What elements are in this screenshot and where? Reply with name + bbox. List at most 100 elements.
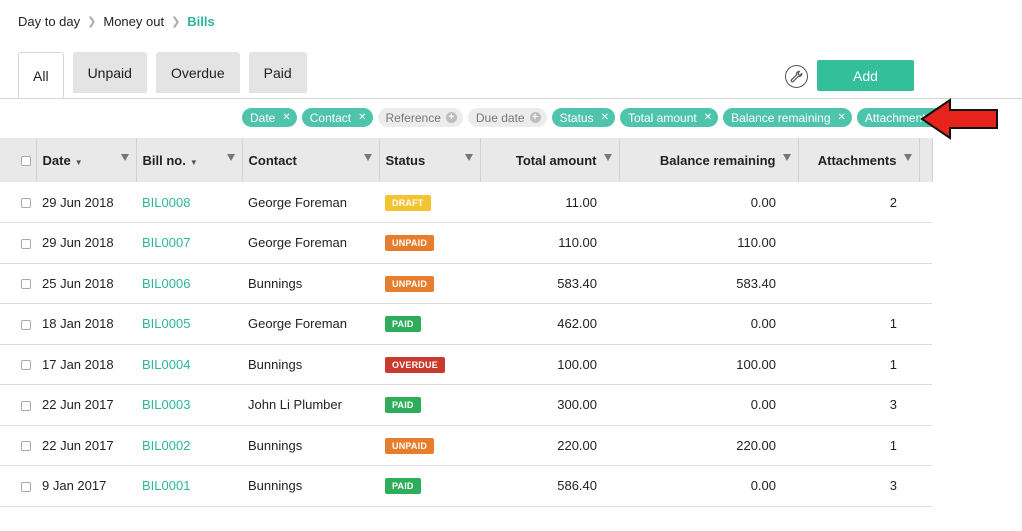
status-badge: PAID (385, 478, 421, 495)
filter-icon[interactable] (363, 154, 372, 161)
cell-bill-no-link[interactable]: BIL0001 (136, 465, 242, 507)
chip-reference[interactable]: Reference + (377, 108, 463, 127)
status-badge: PAID (385, 316, 421, 333)
chip-label: Balance remaining (731, 110, 831, 125)
status-badge: UNPAID (385, 275, 435, 292)
cell-contact: George Foreman (242, 222, 379, 264)
table-row[interactable]: 29 Jun 2018 BIL0008 George Foreman DRAFT 11.… (0, 182, 932, 223)
chip-balance-remaining[interactable]: Balance remaining ✕ (723, 108, 852, 127)
tab-unpaid[interactable]: Unpaid (72, 52, 147, 93)
row-checkbox[interactable] (21, 481, 31, 492)
table-row[interactable]: 22 Jun 2017 BIL0002 Bunnings UNPAID 220.00 22… (0, 425, 932, 466)
tab-paid[interactable]: Paid (248, 52, 307, 93)
remove-icon[interactable]: ✕ (358, 112, 366, 123)
row-checkbox[interactable] (21, 238, 31, 249)
column-header-date[interactable]: Date ▼ (36, 138, 137, 182)
cell-status: DRAFT (379, 182, 480, 223)
cell-balance-remaining: 0.00 (619, 182, 798, 223)
filter-icon[interactable] (782, 154, 791, 161)
filter-icon[interactable] (120, 154, 129, 161)
cell-contact: Bunnings (242, 263, 379, 304)
status-badge: OVERDUE (385, 356, 445, 373)
cell-balance-remaining: 0.00 (619, 465, 798, 507)
column-header-balance-remaining[interactable]: Balance remaining (619, 138, 799, 182)
table-row[interactable]: 22 Jun 2017 BIL0003 John Li Plumber PAID 300… (0, 384, 932, 426)
cell-total-amount: 11.00 (480, 182, 619, 223)
cell-attachments: 2 (798, 182, 919, 223)
cell-bill-no-link[interactable]: BIL0006 (136, 263, 242, 304)
cell-bill-no-link[interactable]: BIL0008 (136, 182, 242, 223)
cell-date: 22 Jun 2017 (36, 384, 136, 426)
row-checkbox[interactable] (21, 360, 31, 371)
filter-icon[interactable] (464, 154, 473, 161)
chip-label: Date (250, 110, 276, 125)
cell-status: UNPAID (379, 222, 480, 264)
cell-attachments (798, 263, 919, 304)
row-checkbox[interactable] (21, 198, 31, 209)
cell-total-amount: 586.40 (480, 465, 619, 507)
remove-icon[interactable]: ✕ (282, 112, 290, 123)
table-row[interactable]: 18 Jan 2018 BIL0005 George Foreman PAID 462.… (0, 303, 932, 345)
chip-contact[interactable]: Contact ✕ (301, 108, 373, 127)
cell-bill-no-link[interactable]: BIL0007 (136, 222, 242, 264)
tab-overdue[interactable]: Overdue (155, 52, 240, 93)
cell-spacer (919, 384, 932, 426)
cell-status: PAID (379, 465, 480, 507)
cell-balance-remaining: 0.00 (619, 384, 798, 426)
add-icon[interactable]: + (529, 112, 541, 123)
add-bill-button[interactable]: Add (817, 60, 914, 91)
remove-icon[interactable]: ✕ (838, 112, 846, 123)
remove-icon[interactable]: ✕ (601, 112, 609, 123)
cell-status: UNPAID (379, 425, 480, 466)
chip-date[interactable]: Date ✕ (242, 108, 297, 127)
row-checkbox[interactable] (21, 441, 31, 452)
row-checkbox[interactable] (21, 319, 31, 330)
tab-divider (0, 98, 1022, 99)
column-header-total-amount[interactable]: Total amount (480, 138, 620, 182)
column-label: Date (42, 152, 71, 168)
filter-icon[interactable] (226, 154, 235, 161)
chip-due-date[interactable]: Due date + (467, 108, 547, 127)
cell-total-amount: 110.00 (480, 222, 619, 264)
filter-icon[interactable] (903, 154, 912, 161)
cell-total-amount: 220.00 (480, 425, 619, 466)
row-checkbox-cell (0, 263, 36, 304)
breadcrumb-money-out[interactable]: Money out (103, 14, 164, 29)
table-row[interactable]: 25 Jun 2018 BIL0006 Bunnings UNPAID 583.40 58… (0, 263, 932, 304)
column-label: Contact (248, 152, 297, 168)
chip-status[interactable]: Status ✕ (551, 108, 615, 127)
row-checkbox[interactable] (21, 279, 31, 290)
cell-total-amount: 100.00 (480, 344, 619, 385)
table-row[interactable]: 9 Jan 2017 BIL0001 Bunnings PAID 586.40 0.00 3 (0, 465, 932, 507)
chip-total-amount[interactable]: Total amount ✕ (620, 108, 719, 127)
column-header-status[interactable]: Status (379, 138, 481, 182)
column-header-contact[interactable]: Contact (242, 138, 380, 182)
cell-bill-no-link[interactable]: BIL0004 (136, 344, 242, 385)
add-icon[interactable]: + (445, 112, 457, 123)
status-badge: PAID (385, 397, 421, 414)
cell-contact: George Foreman (242, 182, 379, 223)
cell-spacer (919, 303, 932, 345)
cell-bill-no-link[interactable]: BIL0002 (136, 425, 242, 466)
breadcrumb: Day to day ❯ Money out ❯ Bills (18, 14, 215, 29)
filter-icon[interactable] (603, 154, 612, 161)
cell-spacer (919, 425, 932, 466)
tab-all[interactable]: All (18, 52, 64, 99)
cell-bill-no-link[interactable]: BIL0003 (136, 384, 242, 426)
select-all-checkbox[interactable] (21, 156, 31, 167)
row-checkbox-cell (0, 222, 36, 264)
cell-balance-remaining: 0.00 (619, 303, 798, 345)
row-checkbox[interactable] (21, 400, 31, 411)
chip-label: Status (559, 110, 594, 125)
column-header-bill-no[interactable]: Bill no. ▼ (136, 138, 243, 182)
remove-icon[interactable]: ✕ (704, 112, 712, 123)
breadcrumb-day-to-day[interactable]: Day to day (18, 14, 80, 29)
cell-bill-no-link[interactable]: BIL0005 (136, 303, 242, 345)
sort-down-icon: ▼ (189, 157, 198, 167)
table-row[interactable]: 17 Jan 2018 BIL0004 Bunnings OVERDUE 100.00 1… (0, 344, 932, 385)
table-row[interactable]: 29 Jun 2018 BIL0007 George Foreman UNPAID 11… (0, 222, 932, 264)
cell-date: 29 Jun 2018 (36, 182, 136, 223)
column-header-attachments[interactable]: Attachments (798, 138, 920, 182)
wrench-icon[interactable] (785, 65, 808, 88)
cell-balance-remaining: 110.00 (619, 222, 798, 264)
